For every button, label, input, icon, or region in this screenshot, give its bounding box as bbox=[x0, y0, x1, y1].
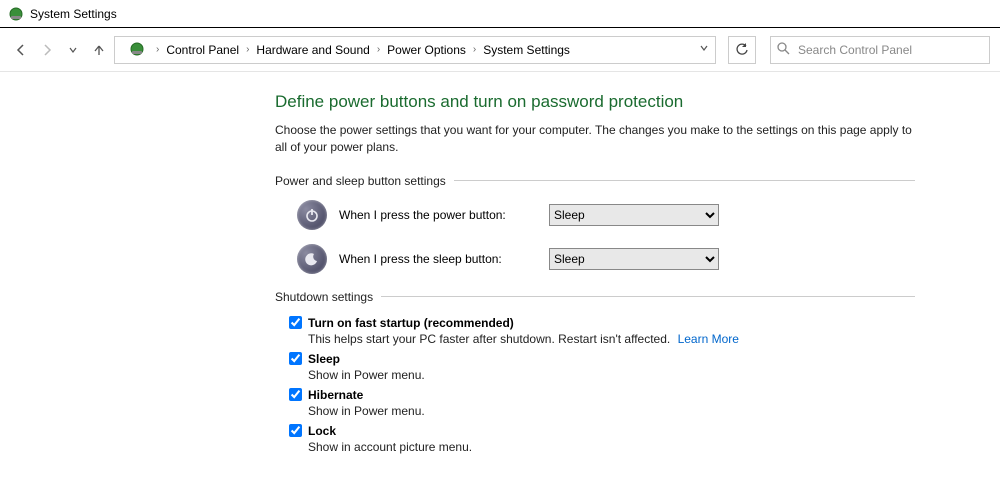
sleep-label: Sleep bbox=[308, 352, 340, 366]
fast-startup-checkbox[interactable] bbox=[289, 316, 302, 329]
hibernate-checkbox[interactable] bbox=[289, 388, 302, 401]
hibernate-row: Hibernate Show in Power menu. bbox=[289, 388, 915, 418]
navigation-bar: › Control Panel › Hardware and Sound › P… bbox=[0, 28, 1000, 72]
refresh-button[interactable] bbox=[728, 36, 756, 64]
lock-description: Show in account picture menu. bbox=[308, 440, 915, 454]
search-box[interactable] bbox=[770, 36, 990, 64]
breadcrumb-power-options[interactable]: Power Options bbox=[385, 41, 468, 59]
chevron-right-icon[interactable]: › bbox=[473, 44, 476, 55]
power-options-icon bbox=[8, 6, 24, 22]
forward-button[interactable] bbox=[36, 39, 58, 61]
power-button-select[interactable]: Sleep bbox=[549, 204, 719, 226]
lock-checkbox[interactable] bbox=[289, 424, 302, 437]
page-description: Choose the power settings that you want … bbox=[275, 122, 915, 156]
back-button[interactable] bbox=[10, 39, 32, 61]
divider bbox=[381, 296, 915, 297]
sleep-button-row: When I press the sleep button: Sleep bbox=[297, 244, 915, 274]
page-title: Define power buttons and turn on passwor… bbox=[275, 92, 1000, 112]
sleep-description: Show in Power menu. bbox=[308, 368, 915, 382]
window-title: System Settings bbox=[30, 7, 117, 21]
group-title: Power and sleep button settings bbox=[275, 174, 446, 188]
hibernate-description: Show in Power menu. bbox=[308, 404, 915, 418]
lock-row: Lock Show in account picture menu. bbox=[289, 424, 915, 454]
sleep-button-icon bbox=[297, 244, 327, 274]
search-icon bbox=[777, 42, 790, 58]
recent-locations-dropdown[interactable] bbox=[62, 39, 84, 61]
content-area: Define power buttons and turn on passwor… bbox=[0, 72, 1000, 454]
power-button-label: When I press the power button: bbox=[339, 208, 549, 222]
address-bar-dropdown-icon[interactable] bbox=[699, 43, 709, 56]
power-sleep-button-settings-group: Power and sleep button settings When I p… bbox=[275, 174, 915, 274]
sleep-button-select[interactable]: Sleep bbox=[549, 248, 719, 270]
search-input[interactable] bbox=[796, 42, 983, 58]
power-button-row: When I press the power button: Sleep bbox=[297, 200, 915, 230]
breadcrumb-hardware-and-sound[interactable]: Hardware and Sound bbox=[254, 41, 371, 59]
breadcrumb-system-settings[interactable]: System Settings bbox=[481, 41, 572, 59]
address-bar[interactable]: › Control Panel › Hardware and Sound › P… bbox=[114, 36, 716, 64]
sleep-row: Sleep Show in Power menu. bbox=[289, 352, 915, 382]
group-title: Shutdown settings bbox=[275, 290, 373, 304]
power-options-icon bbox=[129, 41, 147, 59]
sleep-checkbox[interactable] bbox=[289, 352, 302, 365]
divider bbox=[454, 180, 915, 181]
fast-startup-description: This helps start your PC faster after sh… bbox=[308, 332, 670, 346]
up-button[interactable] bbox=[88, 39, 110, 61]
sleep-button-label: When I press the sleep button: bbox=[339, 252, 549, 266]
chevron-right-icon[interactable]: › bbox=[377, 44, 380, 55]
chevron-right-icon[interactable]: › bbox=[156, 44, 159, 55]
learn-more-link[interactable]: Learn More bbox=[678, 332, 739, 346]
lock-label: Lock bbox=[308, 424, 336, 438]
fast-startup-label: Turn on fast startup (recommended) bbox=[308, 316, 514, 330]
shutdown-settings-group: Shutdown settings Turn on fast startup (… bbox=[275, 290, 915, 454]
window-titlebar: System Settings bbox=[0, 0, 1000, 28]
chevron-right-icon[interactable]: › bbox=[246, 44, 249, 55]
hibernate-label: Hibernate bbox=[308, 388, 363, 402]
breadcrumb-control-panel[interactable]: Control Panel bbox=[164, 41, 241, 59]
fast-startup-row: Turn on fast startup (recommended) This … bbox=[289, 316, 915, 346]
power-button-icon bbox=[297, 200, 327, 230]
